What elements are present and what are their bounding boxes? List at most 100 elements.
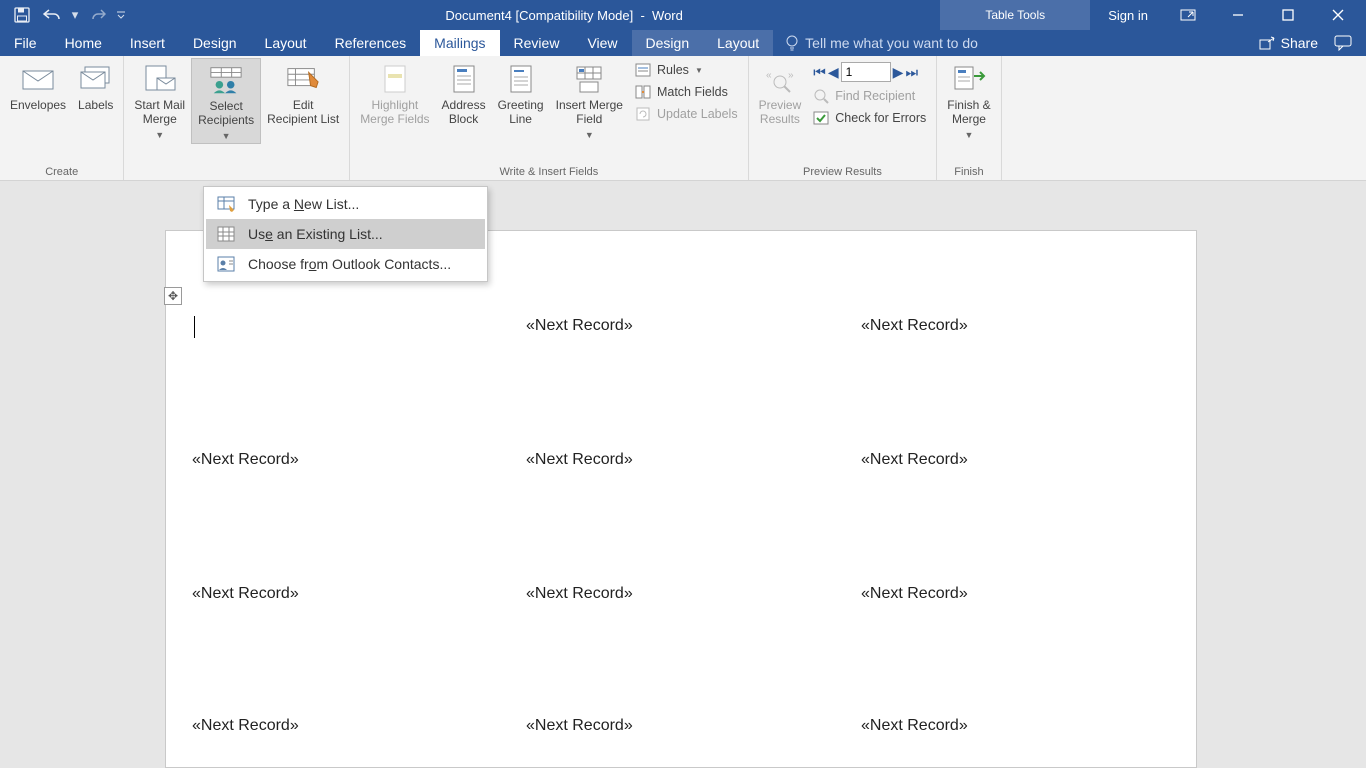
sign-in-link[interactable]: Sign in [1096, 8, 1160, 23]
prev-record-icon[interactable]: ◀ [828, 64, 839, 81]
tab-design[interactable]: Design [179, 30, 251, 56]
edit-recipient-list-button[interactable]: Edit Recipient List [261, 58, 345, 126]
group-start-mail-merge: Start Mail Merge ▼ Select Recipients ▼ E… [124, 56, 350, 180]
tab-view[interactable]: View [573, 30, 631, 56]
select-recipients-label: Select Recipients [198, 99, 254, 127]
share-button[interactable]: Share [1259, 35, 1318, 51]
record-navigation: ⏮ ◀ ▶ ⏭ [807, 60, 932, 84]
labels-icon [79, 62, 113, 96]
check-errors-icon [813, 110, 829, 126]
chevron-down-icon: ▼ [965, 128, 974, 142]
find-recipient-button: Find Recipient [807, 86, 932, 106]
highlight-icon [378, 62, 412, 96]
tab-table-layout[interactable]: Layout [703, 30, 773, 56]
undo-icon[interactable] [38, 1, 66, 29]
text-cursor [194, 316, 195, 338]
record-number-input[interactable] [841, 62, 891, 82]
group-preview-label: Preview Results [753, 164, 933, 180]
maximize-icon[interactable] [1266, 1, 1310, 29]
merge-field: «Next Record» [861, 585, 968, 603]
edit-recipient-list-label: Edit Recipient List [267, 98, 339, 126]
find-recipient-label: Find Recipient [835, 89, 915, 103]
next-record-icon[interactable]: ▶ [893, 64, 904, 81]
tab-review[interactable]: Review [500, 30, 574, 56]
preview-results-icon: «» [763, 62, 797, 96]
start-mail-merge-icon [143, 62, 177, 96]
update-labels-icon [635, 106, 651, 122]
finish-merge-icon [952, 62, 986, 96]
group-write-insert-fields: Highlight Merge Fields Address Block Gre… [350, 56, 748, 180]
table-move-handle-icon[interactable]: ✥ [164, 287, 182, 305]
svg-text:«: « [766, 70, 772, 81]
start-mail-merge-label: Start Mail Merge [134, 98, 185, 126]
check-errors-button[interactable]: Check for Errors [807, 108, 932, 128]
finish-merge-button[interactable]: Finish & Merge ▼ [941, 58, 996, 142]
menu-use-existing-list[interactable]: Use an Existing List... [206, 219, 485, 249]
select-recipients-button[interactable]: Select Recipients ▼ [191, 58, 261, 144]
chevron-down-icon: ▼ [222, 129, 231, 143]
use-existing-list-icon [216, 225, 236, 243]
window-title: Document4 [Compatibility Mode] - Word [128, 8, 940, 23]
menu-type-new-list-label: Type a New List... [248, 196, 359, 212]
greeting-line-button[interactable]: Greeting Line [492, 58, 550, 126]
start-mail-merge-button[interactable]: Start Mail Merge ▼ [128, 58, 191, 142]
chevron-down-icon: ▼ [695, 66, 703, 75]
insert-merge-field-button[interactable]: Insert Merge Field ▼ [550, 58, 629, 142]
merge-field: «Next Record» [526, 317, 633, 335]
tab-mailings[interactable]: Mailings [420, 30, 499, 56]
rules-icon [635, 62, 651, 78]
share-icon [1259, 36, 1275, 50]
ribbon-display-options-icon[interactable] [1166, 1, 1210, 29]
update-labels-button: Update Labels [629, 104, 744, 124]
redo-icon[interactable] [84, 1, 112, 29]
address-block-button[interactable]: Address Block [436, 58, 492, 126]
tab-references[interactable]: References [321, 30, 421, 56]
menu-use-existing-list-label: Use an Existing List... [248, 226, 383, 242]
finish-merge-label: Finish & Merge [947, 98, 990, 126]
comments-icon[interactable] [1326, 35, 1352, 51]
document-page[interactable]: ✥ «Next Record» «Next Record» «Next Reco… [165, 230, 1197, 768]
preview-results-label: Preview Results [759, 98, 802, 126]
undo-dropdown-icon[interactable]: ▾ [68, 1, 82, 29]
labels-button[interactable]: Labels [72, 58, 119, 112]
match-fields-button[interactable]: Match Fields [629, 82, 744, 102]
envelopes-button[interactable]: Envelopes [4, 58, 72, 112]
greeting-line-label: Greeting Line [498, 98, 544, 126]
tab-layout[interactable]: Layout [251, 30, 321, 56]
share-label: Share [1281, 35, 1318, 51]
group-start-label [128, 164, 345, 180]
contextual-tab-title: Table Tools [940, 0, 1090, 30]
minimize-icon[interactable] [1216, 1, 1260, 29]
close-icon[interactable] [1316, 1, 1360, 29]
save-icon[interactable] [8, 1, 36, 29]
find-recipient-icon [813, 88, 829, 104]
qat-customize-icon[interactable] [114, 1, 128, 29]
share-area: Share [1245, 30, 1366, 56]
tab-file[interactable]: File [0, 30, 51, 56]
check-errors-label: Check for Errors [835, 111, 926, 125]
quick-access-toolbar: ▾ [0, 1, 128, 29]
chevron-down-icon: ▼ [155, 128, 164, 142]
tab-home[interactable]: Home [51, 30, 116, 56]
insert-merge-field-label: Insert Merge Field [556, 98, 623, 126]
tell-me-placeholder: Tell me what you want to do [805, 35, 978, 51]
merge-field: «Next Record» [526, 585, 633, 603]
merge-field: «Next Record» [861, 451, 968, 469]
first-record-icon[interactable]: ⏮ [813, 64, 826, 81]
select-recipients-dropdown: Type a New List... Use an Existing List.… [203, 186, 488, 282]
preview-results-button: «» Preview Results [753, 58, 808, 126]
rules-button[interactable]: Rules ▼ [629, 60, 744, 80]
tab-insert[interactable]: Insert [116, 30, 179, 56]
envelopes-label: Envelopes [10, 98, 66, 112]
edit-recipient-list-icon [286, 62, 320, 96]
merge-field: «Next Record» [526, 451, 633, 469]
highlight-label: Highlight Merge Fields [360, 98, 429, 126]
document-title: Document4 [Compatibility Mode] [445, 8, 633, 23]
tell-me-search[interactable]: Tell me what you want to do [773, 30, 1244, 56]
menu-outlook-contacts[interactable]: Choose from Outlook Contacts... [206, 249, 485, 279]
ribbon: Envelopes Labels Create Start Mail Merge… [0, 56, 1366, 181]
last-record-icon[interactable]: ⏭ [905, 64, 918, 81]
tab-table-design[interactable]: Design [632, 30, 704, 56]
menu-type-new-list[interactable]: Type a New List... [206, 189, 485, 219]
lightbulb-icon [785, 35, 799, 51]
